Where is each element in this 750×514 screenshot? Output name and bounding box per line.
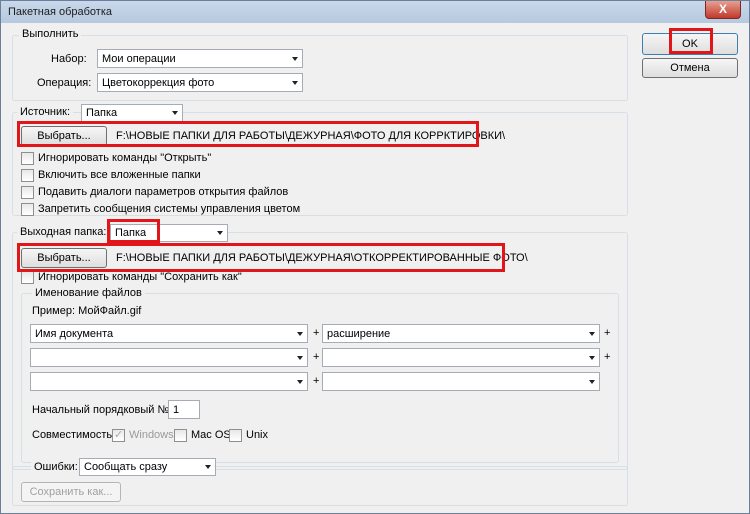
name-part-1-value: Имя документа (35, 328, 114, 340)
checkbox-label: Подавить диалоги параметров открытия фай… (38, 186, 289, 198)
checkbox-label: Игнорировать команды "Сохранить как" (38, 271, 242, 283)
start-number-value: 1 (173, 404, 180, 416)
checkbox-label: Mac OS (191, 429, 231, 441)
source-value: Папка (86, 107, 118, 119)
checkbox-label: Запретить сообщения системы управления ц… (38, 203, 301, 215)
plus-sign: + (313, 351, 320, 363)
compat-label: Совместимость: (32, 429, 116, 441)
name-part-4[interactable] (322, 348, 600, 367)
destination-label: Выходная папка: (17, 226, 110, 238)
destination-choose-button[interactable]: Выбрать... (21, 248, 107, 268)
naming-legend: Именование файлов (32, 287, 145, 299)
title-bar: Пакетная обработка X (1, 1, 749, 23)
chevron-down-icon (217, 231, 223, 235)
naming-example: Пример: МойФайл.gif (32, 305, 142, 317)
checkbox-box (21, 152, 34, 165)
source-group: Источник: Папка Выбрать... F:\НОВЫЕ ПАПК… (12, 104, 628, 216)
source-path: F:\НОВЫЕ ПАПКИ ДЛЯ РАБОТЫ\ДЕЖУРНАЯ\ФОТО … (116, 130, 506, 142)
dialog-body: Выполнить Набор: Мои операции Операция: … (4, 23, 746, 512)
errors-label: Ошибки: (31, 461, 81, 473)
checkbox-label: Unix (246, 429, 269, 441)
ok-button[interactable]: OK (642, 33, 738, 55)
checkbox-box (21, 271, 34, 284)
plus-sign: + (604, 351, 611, 363)
plus-sign: + (313, 375, 320, 387)
checkbox-box (21, 186, 34, 199)
destination-group: Выходная папка: Папка Выбрать... F:\НОВЫ… (12, 224, 628, 470)
start-number-label: Начальный порядковый №: (32, 404, 173, 416)
name-part-2-value: расширение (327, 328, 391, 340)
name-part-5[interactable] (30, 372, 308, 391)
source-choose-button[interactable]: Выбрать... (21, 126, 107, 146)
plus-sign: + (313, 327, 320, 339)
run-legend: Выполнить (19, 28, 82, 40)
name-part-3[interactable] (30, 348, 308, 367)
name-part-2[interactable]: расширение (322, 324, 600, 343)
destination-path: F:\НОВЫЕ ПАПКИ ДЛЯ РАБОТЫ\ДЕЖУРНАЯ\ОТКОР… (116, 252, 528, 264)
action-label: Операция: (37, 77, 92, 89)
checkbox-box (21, 203, 34, 216)
chevron-down-icon (172, 111, 178, 115)
batch-dialog: Пакетная обработка X Выполнить Набор: Мо… (0, 0, 750, 514)
errors-value: Сообщать сразу (84, 461, 168, 473)
errors-group: Ошибки: Сообщать сразу Сохранить как... (12, 458, 628, 506)
action-dropdown[interactable]: Цветокоррекция фото (97, 73, 303, 92)
checkbox-box (229, 429, 242, 442)
set-dropdown[interactable]: Мои операции (97, 49, 303, 68)
checkbox-label: Windows (129, 429, 174, 441)
source-dropdown[interactable]: Папка (81, 104, 183, 122)
start-number-input[interactable]: 1 (168, 400, 200, 419)
naming-group: Именование файлов Пример: МойФайл.gif Им… (21, 287, 619, 463)
checkbox-label: Включить все вложенные папки (38, 169, 201, 181)
chevron-down-icon (205, 465, 211, 469)
close-button[interactable]: X (705, 1, 741, 19)
name-part-6[interactable] (322, 372, 600, 391)
name-part-1[interactable]: Имя документа (30, 324, 308, 343)
save-as-button[interactable]: Сохранить как... (21, 482, 121, 502)
checkbox-box (174, 429, 187, 442)
cancel-button[interactable]: Отмена (642, 58, 738, 78)
chevron-down-icon (589, 332, 595, 336)
run-group: Выполнить Набор: Мои операции Операция: … (12, 28, 628, 101)
chevron-down-icon (292, 57, 298, 61)
checkbox-box (112, 428, 125, 442)
destination-value: Папка (115, 227, 147, 239)
chevron-down-icon (292, 81, 298, 85)
source-label: Источник: (17, 106, 74, 118)
checkbox-box (21, 169, 34, 182)
chevron-down-icon (589, 380, 595, 384)
checkbox-label: Игнорировать команды "Открыть" (38, 152, 212, 164)
errors-dropdown[interactable]: Сообщать сразу (79, 458, 216, 476)
action-value: Цветокоррекция фото (102, 77, 215, 89)
set-value: Мои операции (102, 53, 176, 65)
chevron-down-icon (297, 380, 303, 384)
chevron-down-icon (297, 356, 303, 360)
window-title: Пакетная обработка (8, 6, 112, 18)
set-label: Набор: (51, 53, 87, 65)
chevron-down-icon (589, 356, 595, 360)
destination-dropdown[interactable]: Папка (110, 224, 228, 242)
chevron-down-icon (297, 332, 303, 336)
plus-sign: + (604, 327, 611, 339)
